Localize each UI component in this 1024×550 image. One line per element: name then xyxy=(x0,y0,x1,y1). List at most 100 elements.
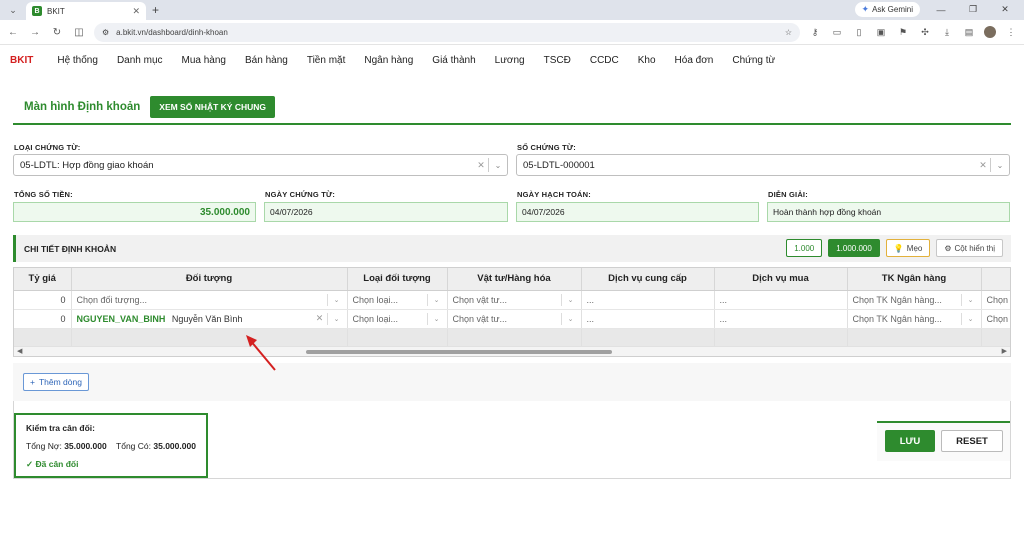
nav-kho[interactable]: Kho xyxy=(638,55,656,66)
object-cell[interactable]: NGUYEN_VAN_BINH Nguyễn Văn Bình ✕ ⌄ xyxy=(71,309,348,329)
chevron-down-icon[interactable]: ⌄ xyxy=(489,161,507,170)
balance-status: ✓ Đã cân đối xyxy=(26,459,79,469)
material-cell[interactable]: Chọn vật tư... ⌄ xyxy=(447,309,582,329)
chevron-down-icon[interactable]: ⌄ xyxy=(432,315,442,323)
key-icon[interactable]: ⚷ xyxy=(808,27,822,38)
extra-cell[interactable]: Chọn xyxy=(981,290,1010,310)
clear-icon[interactable]: ✕ xyxy=(976,160,990,171)
bottom-panel: Kiểm tra cân đối: Tổng Nợ: 35.000.000 Tổ… xyxy=(13,401,1011,479)
chevron-down-icon[interactable]: ⌄ xyxy=(966,296,976,304)
description-field[interactable]: Hoàn thành hợp đồng khoán xyxy=(767,202,1010,222)
nav-he-thong[interactable]: Hệ thống xyxy=(57,55,98,66)
columns-button[interactable]: ⚙ Cột hiển thị xyxy=(936,239,1003,257)
card-icon[interactable]: ▭ xyxy=(830,27,844,38)
add-row-button[interactable]: + Thêm dòng xyxy=(23,373,89,391)
url-text[interactable]: a.bkit.vn/dashboard/dinh-khoan xyxy=(116,28,778,37)
col-material[interactable]: Vật tư/Hàng hóa xyxy=(447,268,582,291)
service-provided-cell[interactable]: ... xyxy=(581,290,715,310)
rate-cell[interactable]: 0 xyxy=(14,290,72,310)
save-button[interactable]: LƯU xyxy=(885,430,935,452)
site-info-icon[interactable]: ⚙ xyxy=(102,28,109,37)
nav-tien-mat[interactable]: Tiền mặt xyxy=(307,55,346,66)
reader-icon[interactable]: ▯ xyxy=(852,27,866,38)
debit-value: 35.000.000 xyxy=(64,441,107,451)
extension-icon-1[interactable]: ▣ xyxy=(874,27,888,38)
chevron-down-icon[interactable]: ⌄ xyxy=(966,315,976,323)
view-journal-button[interactable]: XEM SỔ NHẬT KÝ CHUNG xyxy=(150,96,276,118)
chevron-down-icon[interactable]: ⌄ xyxy=(566,296,576,304)
service-bought-cell[interactable]: ... xyxy=(714,309,848,329)
chevron-down-icon[interactable]: ⌄ xyxy=(566,315,576,323)
col-rate[interactable]: Tỷ giá xyxy=(14,268,72,291)
voucher-date-field[interactable]: 04/07/2026 xyxy=(264,202,508,222)
download-icon[interactable]: ⤓ xyxy=(940,27,954,38)
bank-account-cell[interactable]: Chọn TK Ngân hàng... ⌄ xyxy=(847,309,982,329)
tab-close-icon[interactable]: ✕ xyxy=(132,6,140,17)
col-extra[interactable] xyxy=(981,268,1010,291)
nav-mua-hang[interactable]: Mua hàng xyxy=(182,55,226,66)
bookmark-star-icon[interactable]: ☆ xyxy=(785,28,792,37)
reload-icon[interactable]: ↻ xyxy=(50,27,64,38)
voucher-no-select[interactable]: 05-LDTL-000001 ✕ ⌄ xyxy=(516,154,1010,176)
posting-date-field[interactable]: 04/07/2026 xyxy=(516,202,759,222)
service-bought-cell[interactable]: ... xyxy=(714,290,848,310)
menu-dots-icon[interactable]: ⋮ xyxy=(1004,27,1018,38)
nav-ban-hang[interactable]: Bán hàng xyxy=(245,55,288,66)
extension-icon-2[interactable]: ⚑ xyxy=(896,27,910,38)
sidebar-icon[interactable]: ▤ xyxy=(962,27,976,38)
tab-search-icon[interactable]: ⌄ xyxy=(6,3,20,17)
back-icon[interactable]: ← xyxy=(6,27,20,38)
object-type-cell[interactable]: Chọn loại... ⌄ xyxy=(347,290,448,310)
profile-avatar[interactable] xyxy=(984,26,996,38)
address-bar[interactable]: ⚙ a.bkit.vn/dashboard/dinh-khoan ☆ xyxy=(94,22,800,42)
total-amount-field[interactable]: 35.000.000 xyxy=(13,202,256,222)
nav-danh-muc[interactable]: Danh mục xyxy=(117,55,163,66)
nav-tscd[interactable]: TSCĐ xyxy=(544,55,571,66)
nav-luong[interactable]: Lương xyxy=(495,55,525,66)
format-1000-button[interactable]: 1.000 xyxy=(786,239,823,257)
add-row-area: + Thêm dòng xyxy=(13,363,1011,401)
col-service-provided[interactable]: Dịch vụ cung cấp xyxy=(581,268,715,291)
reset-button[interactable]: RESET xyxy=(941,430,1003,452)
chevron-down-icon[interactable]: ⌄ xyxy=(432,296,442,304)
nav-hoa-don[interactable]: Hóa đơn xyxy=(675,55,714,66)
scroll-right-icon[interactable]: ▶ xyxy=(1002,347,1007,355)
service-provided-cell[interactable]: ... xyxy=(581,309,715,329)
object-type-cell[interactable]: Chọn loại... ⌄ xyxy=(347,309,448,329)
chevron-down-icon[interactable]: ⌄ xyxy=(991,161,1009,170)
col-object-type[interactable]: Loại đối tượng xyxy=(347,268,448,291)
browser-tab[interactable]: B BKIT ✕ xyxy=(26,2,146,20)
empty-cell xyxy=(981,328,1010,347)
chevron-down-icon[interactable]: ⌄ xyxy=(332,296,342,304)
clear-icon[interactable]: ✕ xyxy=(313,313,327,324)
material-cell[interactable]: Chọn vật tư... ⌄ xyxy=(447,290,582,310)
chevron-down-icon[interactable]: ⌄ xyxy=(332,315,342,323)
forward-icon[interactable]: → xyxy=(28,27,42,38)
col-object[interactable]: Đối tượng xyxy=(71,268,348,291)
voucher-type-select[interactable]: 05-LDTL: Hợp đồng giao khoán ✕ ⌄ xyxy=(13,154,508,176)
split-view-icon[interactable]: ◫ xyxy=(72,27,86,38)
tips-button[interactable]: 💡 Mẹo xyxy=(885,239,931,257)
minimize-icon[interactable]: — xyxy=(930,5,952,15)
nav-chung-tu[interactable]: Chứng từ xyxy=(732,55,775,66)
rate-cell[interactable]: 0 xyxy=(14,309,72,329)
restore-icon[interactable]: ❐ xyxy=(962,4,984,15)
clear-icon[interactable]: ✕ xyxy=(474,160,488,171)
extra-cell[interactable]: Chọn xyxy=(981,309,1010,329)
scroll-left-icon[interactable]: ◀ xyxy=(17,347,22,355)
nav-gia-thanh[interactable]: Giá thành xyxy=(432,55,475,66)
horizontal-scrollbar[interactable]: ◀ ▶ xyxy=(14,346,1010,356)
nav-ccdc[interactable]: CCDC xyxy=(590,55,619,66)
close-window-icon[interactable]: ✕ xyxy=(994,4,1016,15)
col-bank-account[interactable]: TK Ngân hàng xyxy=(847,268,982,291)
new-tab-icon[interactable]: + xyxy=(152,3,159,17)
scrollbar-thumb[interactable] xyxy=(306,350,612,354)
puzzle-icon[interactable]: ✣ xyxy=(918,27,932,38)
nav-ngan-hang[interactable]: Ngân hàng xyxy=(364,55,413,66)
bank-account-cell[interactable]: Chọn TK Ngân hàng... ⌄ xyxy=(847,290,982,310)
format-1000000-button[interactable]: 1.000.000 xyxy=(828,239,880,257)
brand-logo[interactable]: BKIT xyxy=(10,55,33,66)
ask-gemini-button[interactable]: ✦ Ask Gemini xyxy=(854,2,920,17)
col-service-bought[interactable]: Dịch vụ mua xyxy=(714,268,848,291)
object-cell[interactable]: Chọn đối tượng... ⌄ xyxy=(71,290,348,310)
